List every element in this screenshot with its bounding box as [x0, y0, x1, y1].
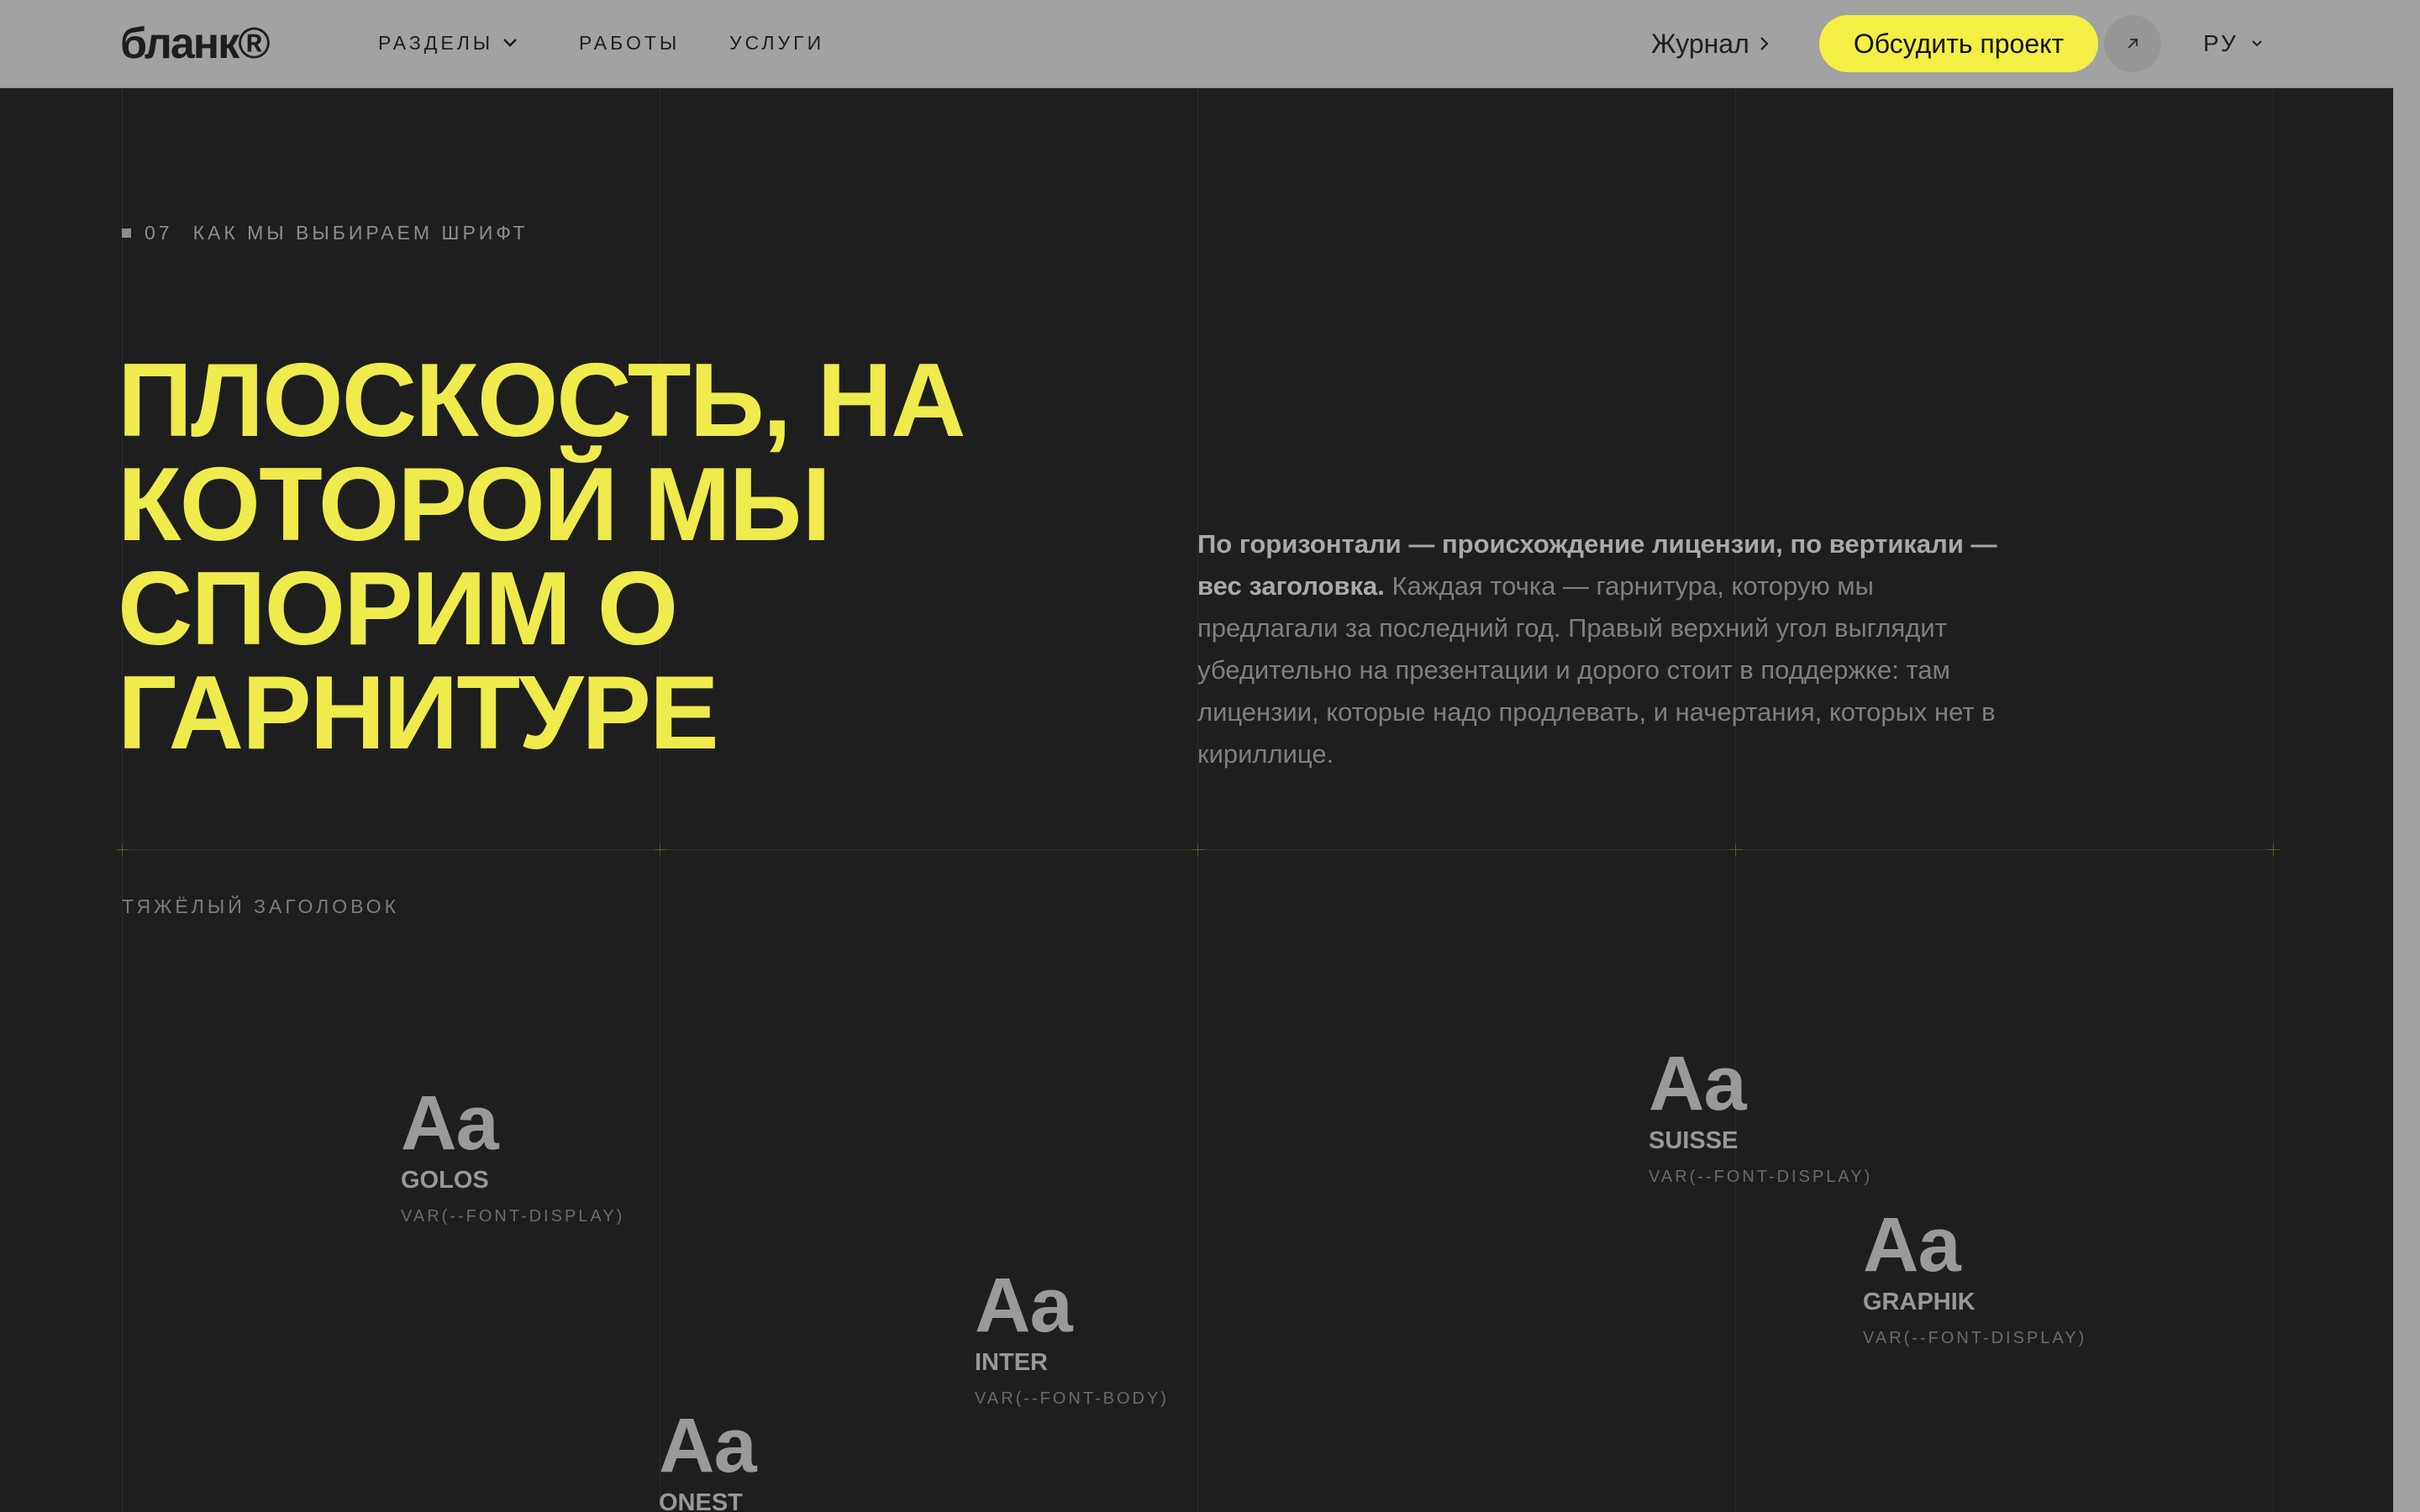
grid-line	[2273, 88, 2274, 1512]
grid-line	[1735, 88, 1736, 1512]
font-variable: VAR(--FONT-DISPLAY)	[401, 1207, 625, 1226]
font-point-suisse[interactable]: Aa SUISSE VAR(--FONT-DISPLAY)	[1649, 1045, 1872, 1188]
chevron-down-icon	[2252, 40, 2262, 47]
description-body: Каждая точка — гарнитура, которую мы пре…	[1197, 571, 1996, 769]
font-choice-section: 07 КАК МЫ ВЫБИРАЕМ ШРИФТ ПЛОСКОСТЬ, НА К…	[0, 88, 2393, 1512]
grid-line	[1197, 88, 1198, 1512]
arrow-up-right-icon	[2128, 39, 2138, 49]
crosshair-marker	[1192, 844, 1204, 856]
crosshair-marker	[117, 844, 129, 856]
section-eyebrow: 07 КАК МЫ ВЫБИРАЕМ ШРИФТ	[122, 220, 529, 245]
nav-sections-dropdown[interactable]: РАЗДЕЛЫ	[378, 29, 518, 57]
language-selector[interactable]: РУ	[2203, 29, 2264, 59]
grid-line	[122, 88, 123, 1512]
font-variable: VAR(--FONT-DISPLAY)	[1863, 1329, 2087, 1347]
vertical-axis-label: ТЯЖЁЛЫЙ ЗАГОЛОВОК	[122, 895, 399, 917]
section-headline: ПЛОСКОСТЬ, НА КОТОРОЙ МЫ СПОРИМ О ГАРНИТ…	[118, 343, 966, 771]
font-point-inter[interactable]: Aa INTER VAR(--FONT-BODY)	[975, 1267, 1169, 1410]
crosshair-marker	[1730, 844, 1742, 856]
font-name: GRAPHIK	[1863, 1289, 1975, 1315]
top-navigation: бланк® РАЗДЕЛЫ РАБОТЫ УСЛУГИ Журнал Обсу…	[0, 0, 2420, 88]
crosshair-marker	[655, 844, 666, 856]
font-sample: Aa	[975, 1263, 1073, 1348]
scrollbar-track[interactable]	[2393, 87, 2420, 1512]
font-name: SUISSE	[1649, 1127, 1739, 1154]
journal-label: Журнал	[1651, 29, 1749, 59]
nav-sections-label: РАЗДЕЛЫ	[378, 32, 494, 54]
journal-link[interactable]: Журнал	[1651, 25, 1770, 62]
font-name: GOLOS	[401, 1167, 489, 1194]
font-variable: VAR(--FONT-DISPLAY)	[1649, 1168, 1873, 1186]
font-sample: Aa	[401, 1080, 499, 1166]
section-number: 07	[145, 222, 173, 244]
nav-works-link[interactable]: РАБОТЫ	[579, 29, 680, 57]
discuss-project-button[interactable]: Обсудить проект	[1819, 15, 2098, 72]
chevron-down-icon	[503, 39, 518, 47]
section-description: По горизонтали — происхождение лицензии,…	[1197, 523, 2004, 775]
font-sample: Aa	[1863, 1202, 1961, 1288]
nav-services-link[interactable]: УСЛУГИ	[729, 29, 824, 57]
language-label: РУ	[2203, 30, 2238, 56]
font-point-onest[interactable]: Aa ONEST	[659, 1403, 757, 1512]
font-name: INTER	[975, 1349, 1048, 1376]
font-name: ONEST	[659, 1489, 743, 1512]
section-eyebrow-label: КАК МЫ ВЫБИРАЕМ ШРИФТ	[192, 222, 529, 244]
font-point-graphik[interactable]: Aa GRAPHIK VAR(--FONT-DISPLAY)	[1863, 1206, 2086, 1349]
font-variable: VAR(--FONT-BODY)	[975, 1389, 1169, 1408]
crosshair-marker	[2268, 844, 2280, 856]
discuss-project-arrow-button[interactable]	[2104, 15, 2161, 72]
logo[interactable]: бланк®	[120, 17, 271, 71]
font-point-golos[interactable]: Aa GOLOS VAR(--FONT-DISPLAY)	[401, 1084, 624, 1227]
font-sample: Aa	[659, 1403, 757, 1488]
chevron-right-icon	[1760, 37, 1769, 50]
font-sample: Aa	[1649, 1041, 1747, 1126]
square-bullet-icon	[122, 228, 131, 238]
